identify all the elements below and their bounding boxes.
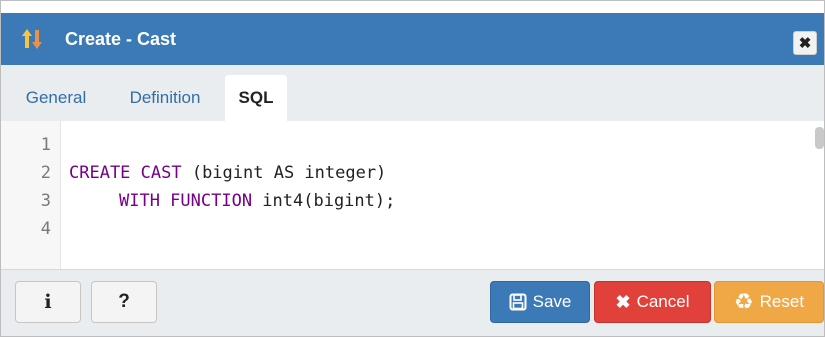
cancel-label: Cancel [636, 292, 690, 311]
sql-keyword: WITH FUNCTION [119, 191, 253, 211]
reset-label: Reset [759, 292, 805, 311]
tab-general[interactable]: General [1, 75, 111, 121]
info-icon: i [44, 291, 52, 313]
dialog-title: Create - Cast [65, 29, 177, 49]
line-number: 1 [40, 135, 51, 155]
info-button[interactable]: i [15, 281, 81, 323]
reset-button[interactable]: ♻ Reset [714, 281, 824, 323]
recycle-icon: ♻ [733, 289, 754, 314]
line-number: 4 [40, 219, 51, 239]
save-label: Save [532, 292, 572, 311]
dialog-footer: i ? Save ✖ Cancel ♻ Reset [1, 269, 824, 336]
line-number: 3 [40, 191, 51, 211]
sql-editor[interactable]: 1 2 3 4 CREATE CAST (bigint AS integer) … [1, 121, 824, 269]
line-number-gutter: 1 2 3 4 [1, 121, 61, 269]
cast-icon [21, 28, 47, 50]
floppy-disk-icon [509, 293, 527, 311]
help-button[interactable]: ? [91, 281, 157, 323]
sql-text: int4(bigint); [252, 191, 396, 211]
tab-definition[interactable]: Definition [111, 75, 219, 121]
dialog-header: Create - Cast ✖ [1, 13, 824, 65]
create-cast-dialog: Create - Cast ✖ General Definition SQL 1… [0, 0, 825, 337]
cancel-button[interactable]: ✖ Cancel [594, 281, 711, 323]
code-line-2: CREATE CAST (bigint AS integer) [69, 159, 386, 187]
save-button[interactable]: Save [490, 281, 590, 323]
close-icon: ✖ [798, 35, 812, 52]
line-number: 2 [40, 163, 51, 183]
sql-keyword: CREATE CAST [69, 163, 182, 183]
sql-text: (bigint AS integer) [181, 163, 387, 183]
tab-bar: General Definition SQL [1, 65, 824, 121]
tab-sql[interactable]: SQL [225, 75, 287, 121]
editor-scrollbar[interactable] [815, 127, 824, 149]
x-icon: ✖ [615, 291, 631, 312]
help-icon: ? [118, 291, 130, 312]
code-line-3: WITH FUNCTION int4(bigint); [119, 187, 395, 215]
close-button[interactable]: ✖ [793, 31, 817, 55]
